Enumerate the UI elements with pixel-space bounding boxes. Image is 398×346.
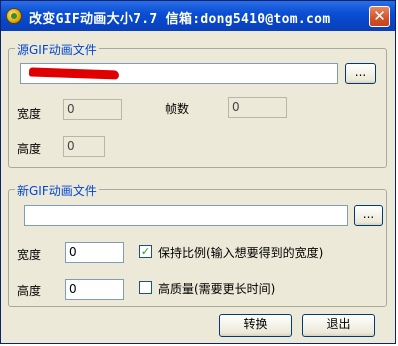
exit-button[interactable]: 退出 <box>302 314 375 337</box>
source-width-label: 宽度 <box>17 107 42 121</box>
app-icon <box>6 8 22 24</box>
source-width-field: 0 <box>63 99 122 120</box>
new-width-input[interactable]: 0 <box>65 242 124 263</box>
keep-ratio-label[interactable]: 保持比例(输入想要得到的宽度) <box>158 244 323 261</box>
high-quality-label[interactable]: 高质量(需要更长时间) <box>158 280 275 297</box>
new-group-legend: 新GIF动画文件 <box>15 182 99 199</box>
keep-ratio-checkbox[interactable]: ✓ <box>139 245 152 258</box>
frames-field: 0 <box>228 97 287 118</box>
new-width-label: 宽度 <box>17 248 42 262</box>
convert-button[interactable]: 转换 <box>219 314 292 337</box>
frames-label: 帧数 <box>165 102 190 116</box>
checkmark-icon: ✓ <box>140 245 151 258</box>
new-file-group: 新GIF动画文件 ... 宽度 0 ✓ 保持比例(输入想要得到的宽度) 高度 0… <box>8 182 387 307</box>
close-icon: ✕ <box>373 7 386 25</box>
new-height-label: 高度 <box>17 284 42 298</box>
source-path-input[interactable] <box>20 63 338 84</box>
window-title: 改变GIF动画大小7.7 信箱:dong5410@tom.com <box>29 12 331 27</box>
new-height-input[interactable]: 0 <box>65 279 124 300</box>
source-group-legend: 源GIF动画文件 <box>15 41 99 58</box>
title-bar[interactable]: 改变GIF动画大小7.7 信箱:dong5410@tom.com ✕ <box>1 1 395 31</box>
new-browse-button[interactable]: ... <box>354 205 383 226</box>
source-browse-button[interactable]: ... <box>345 63 376 84</box>
redaction-mark <box>28 67 120 80</box>
source-height-field: 0 <box>63 136 105 157</box>
source-height-label: 高度 <box>17 142 42 156</box>
close-button[interactable]: ✕ <box>369 6 390 27</box>
main-window: 改变GIF动画大小7.7 信箱:dong5410@tom.com ✕ 源GIF动… <box>0 0 396 344</box>
source-file-group: 源GIF动画文件 ... 宽度 0 帧数 0 高度 0 <box>8 41 387 168</box>
high-quality-checkbox[interactable] <box>139 281 152 294</box>
new-path-input[interactable] <box>24 205 348 226</box>
